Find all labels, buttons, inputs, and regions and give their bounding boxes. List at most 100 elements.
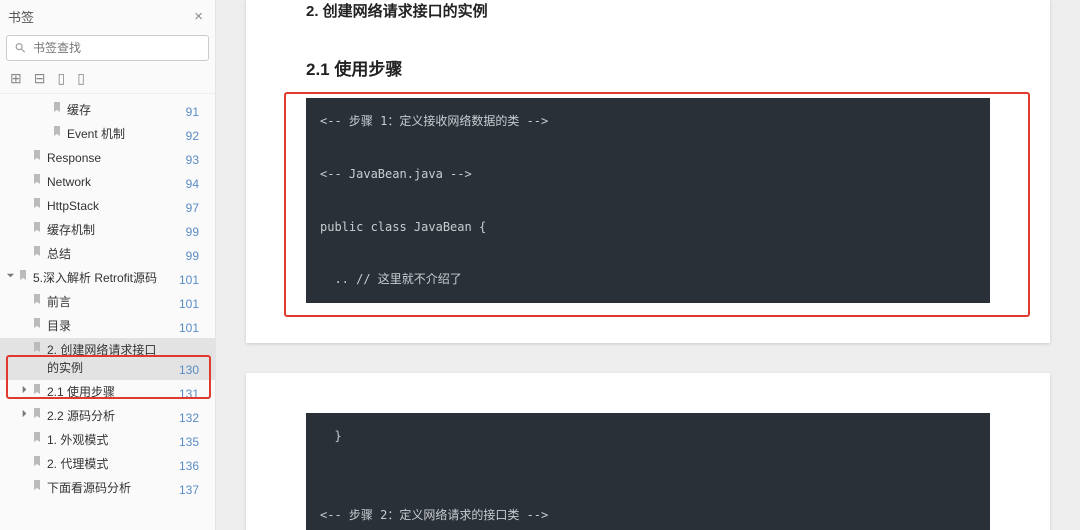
collapse-all-icon[interactable]: ⊟ (34, 71, 46, 85)
code-block-2: } <-- 步骤 2：定义网络请求的接口类 --> (306, 413, 990, 530)
arrow-spacer (40, 101, 49, 110)
document-viewport[interactable]: 2. 创建网络请求接口的实例 2.1 使用步骤 <-- 步骤 1：定义接收网络数… (216, 0, 1080, 530)
bookmark-page: 99 (186, 225, 209, 239)
arrow-spacer (20, 455, 29, 464)
bookmark-page: 97 (186, 201, 209, 215)
bookmark-icon (31, 173, 43, 185)
bookmark-page: 132 (179, 411, 209, 425)
bookmark-label: 总结 (47, 245, 71, 263)
bookmark-icon (31, 293, 43, 305)
bookmark-item[interactable]: 下面看源码分析 137 (0, 476, 215, 500)
arrow-spacer (20, 317, 29, 326)
bookmark-icon (31, 455, 43, 467)
bookmark-item[interactable]: 5.深入解析 Retrofit源码 101 (0, 266, 215, 290)
bookmark-icon (17, 269, 29, 281)
bookmark-icon (31, 197, 43, 209)
arrow-spacer (20, 197, 29, 206)
bookmark-page: 137 (179, 483, 209, 497)
bookmark-label: 2. 创建网络请求接口的实例 (47, 341, 167, 377)
bookmark-item[interactable]: 1. 外观模式 135 (0, 428, 215, 452)
bookmark-item[interactable]: Network 94 (0, 170, 215, 194)
bookmark-page: 94 (186, 177, 209, 191)
search-input[interactable] (6, 35, 209, 61)
bookmark-icon (31, 221, 43, 233)
arrow-spacer (20, 293, 29, 302)
bookmark-label: 缓存 (67, 101, 91, 119)
bookmark-tool-icon[interactable]: ▯ (57, 71, 65, 85)
arrow-spacer (20, 149, 29, 158)
document-page-1: 2. 创建网络请求接口的实例 2.1 使用步骤 <-- 步骤 1：定义接收网络数… (246, 0, 1050, 343)
arrow-spacer (20, 173, 29, 182)
bookmark-item[interactable]: 2. 代理模式 136 (0, 452, 215, 476)
section-heading: 2. 创建网络请求接口的实例 (306, 0, 990, 21)
bookmark-icon (31, 245, 43, 257)
bookmark-page: 93 (186, 153, 209, 167)
chevron-right-icon[interactable] (20, 407, 29, 416)
bookmark-page: 99 (186, 249, 209, 263)
expand-all-icon[interactable]: ⊞ (10, 71, 22, 85)
chevron-right-icon[interactable] (20, 383, 29, 392)
arrow-spacer (20, 221, 29, 230)
bookmark-icon (51, 125, 63, 137)
arrow-spacer (20, 431, 29, 440)
bookmark-item[interactable]: Response 93 (0, 146, 215, 170)
arrow-spacer (20, 341, 29, 350)
document-page-2: } <-- 步骤 2：定义网络请求的接口类 --> (246, 373, 1050, 530)
code-block-1: <-- 步骤 1：定义接收网络数据的类 --> <-- JavaBean.jav… (306, 98, 990, 303)
bookmark-page: 101 (179, 321, 209, 335)
bookmark-item[interactable]: 缓存机制 99 (0, 218, 215, 242)
bookmark-label: 2. 代理模式 (47, 455, 108, 473)
bookmark-icon (31, 341, 43, 353)
bookmark-item[interactable]: 前言 101 (0, 290, 215, 314)
bookmark-label: 5.深入解析 Retrofit源码 (33, 269, 157, 287)
bookmark-page: 131 (179, 387, 209, 401)
bookmark-item[interactable]: Event 机制 92 (0, 122, 215, 146)
bookmark-label: HttpStack (47, 197, 99, 215)
bookmark-label: 前言 (47, 293, 71, 311)
bookmark-icon (31, 431, 43, 443)
subsection-heading: 2.1 使用步骤 (306, 55, 990, 80)
bookmark-item[interactable]: 总结 99 (0, 242, 215, 266)
bookmark-item[interactable]: 目录 101 (0, 314, 215, 338)
bookmark-page: 130 (179, 363, 209, 377)
bookmark-icon (31, 407, 43, 419)
arrow-spacer (20, 479, 29, 488)
bookmark-item[interactable]: HttpStack 97 (0, 194, 215, 218)
bookmark-page: 101 (179, 297, 209, 311)
bookmark-label: 2.1 使用步骤 (47, 383, 115, 401)
sidebar-header: 书签 × (0, 0, 215, 31)
bookmark-label: Response (47, 149, 101, 167)
bookmark-icon (31, 317, 43, 329)
bookmark-tool2-icon[interactable]: ▯ (77, 71, 85, 85)
bookmark-item[interactable]: 2. 创建网络请求接口的实例 130 (0, 338, 215, 380)
search-icon (14, 42, 27, 55)
search-box (6, 35, 209, 61)
bookmark-page: 136 (179, 459, 209, 473)
bookmark-item[interactable]: 2.1 使用步骤 131 (0, 380, 215, 404)
arrow-spacer (20, 245, 29, 254)
bookmark-page: 101 (179, 273, 209, 287)
bookmark-label: 2.2 源码分析 (47, 407, 115, 425)
close-icon[interactable]: × (190, 6, 207, 27)
bookmark-label: Network (47, 173, 91, 191)
chevron-down-icon[interactable] (6, 269, 15, 278)
bookmark-icon (31, 149, 43, 161)
sidebar-toolbar: ⊞ ⊟ ▯ ▯ (0, 67, 215, 94)
bookmark-item[interactable]: 2.2 源码分析 132 (0, 404, 215, 428)
bookmark-label: Event 机制 (67, 125, 125, 143)
bookmark-icon (31, 479, 43, 491)
bookmark-sidebar: 书签 × ⊞ ⊟ ▯ ▯ 缓存 91 Event 机制 92 Response 93 Net… (0, 0, 216, 530)
bookmark-label: 目录 (47, 317, 71, 335)
bookmark-page: 91 (186, 105, 209, 119)
bookmark-page: 135 (179, 435, 209, 449)
bookmark-item[interactable]: 缓存 91 (0, 98, 215, 122)
sidebar-title: 书签 (8, 7, 34, 26)
bookmark-page: 92 (186, 129, 209, 143)
bookmark-label: 1. 外观模式 (47, 431, 108, 449)
arrow-spacer (40, 125, 49, 134)
bookmark-label: 缓存机制 (47, 221, 95, 239)
bookmark-tree[interactable]: 缓存 91 Event 机制 92 Response 93 Network 94 HttpSta… (0, 94, 215, 530)
bookmark-label: 下面看源码分析 (47, 479, 131, 497)
bookmark-icon (31, 383, 43, 395)
bookmark-icon (51, 101, 63, 113)
